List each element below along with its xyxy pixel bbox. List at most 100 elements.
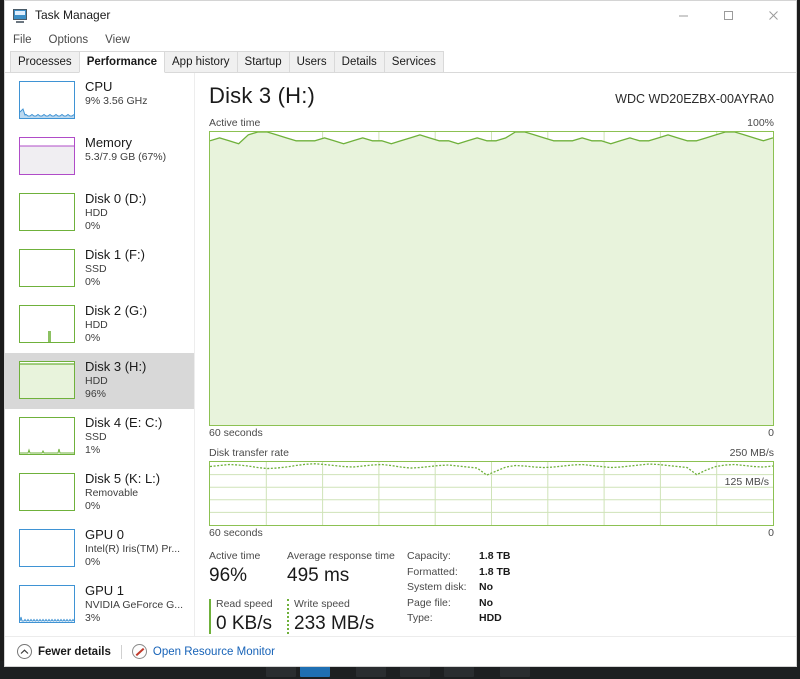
active-time-stat-value: 96% bbox=[209, 565, 248, 586]
device-list-item-disk-0-d[interactable]: Disk 0 (D:) HDD 0% bbox=[5, 185, 194, 241]
device-value: 0% bbox=[85, 500, 101, 512]
device-list-item-disk-1-f[interactable]: Disk 1 (F:) SSD 0% bbox=[5, 241, 194, 297]
device-subtitle: SSD bbox=[85, 431, 107, 443]
device-list-item-gpu-1[interactable]: GPU 1 NVIDIA GeForce G... 3% bbox=[5, 577, 194, 633]
chevron-up-icon[interactable] bbox=[17, 644, 32, 659]
device-list-item-disk-2-g[interactable]: Disk 2 (G:) HDD 0% bbox=[5, 297, 194, 353]
device-subtitle: HDD bbox=[85, 207, 108, 219]
device-list-item-disk-3-h[interactable]: Disk 3 (H:) HDD 96% bbox=[5, 353, 194, 409]
device-title: Memory bbox=[85, 135, 132, 150]
device-title: Disk 3 (H:) bbox=[85, 359, 147, 374]
close-button[interactable] bbox=[751, 1, 796, 29]
read-speed-label: Read speed bbox=[216, 598, 273, 610]
device-list-item-disk-5-k-l[interactable]: Disk 5 (K: L:) Removable 0% bbox=[5, 465, 194, 521]
device-title: Disk 4 (E: C:) bbox=[85, 415, 163, 430]
detail-key: Page file: bbox=[407, 596, 451, 609]
detail-row: Capacity: 1.8 TB bbox=[407, 549, 511, 565]
content-area: CPU 9% 3.56 GHz Memory 5.3/7.9 GB (67%) … bbox=[5, 73, 796, 636]
transfer-rate-x-left: 60 seconds bbox=[209, 527, 263, 539]
device-title: CPU bbox=[85, 79, 113, 94]
active-time-chart-max: 100% bbox=[747, 117, 774, 129]
maximize-button[interactable] bbox=[706, 1, 751, 29]
active-time-x-left: 60 seconds bbox=[209, 427, 263, 439]
transfer-rate-chart[interactable]: 125 MB/s bbox=[209, 461, 774, 526]
device-list-item-cpu[interactable]: CPU 9% 3.56 GHz bbox=[5, 73, 194, 129]
window-title: Task Manager bbox=[35, 8, 111, 22]
panel-header: Disk 3 (H:) WDC WD20EZBX-00AYRA0 bbox=[209, 83, 774, 109]
device-info: GPU 1 NVIDIA GeForce G... 3% bbox=[85, 583, 183, 625]
tab-app-history[interactable]: App history bbox=[164, 51, 238, 72]
window-controls bbox=[661, 1, 796, 29]
desktop: Task Manager File Options View Processes bbox=[0, 0, 800, 679]
device-info: Memory 5.3/7.9 GB (67%) bbox=[85, 135, 166, 164]
device-subtitle: NVIDIA GeForce G... bbox=[85, 599, 184, 611]
tab-processes[interactable]: Processes bbox=[10, 51, 80, 72]
device-list[interactable]: CPU 9% 3.56 GHz Memory 5.3/7.9 GB (67%) … bbox=[5, 73, 195, 636]
device-subtitle: HDD bbox=[85, 375, 108, 387]
resource-monitor-icon[interactable] bbox=[131, 644, 147, 659]
device-info: Disk 5 (K: L:) Removable 0% bbox=[85, 471, 160, 513]
write-speed-label: Write speed bbox=[294, 598, 350, 610]
device-value: 0% bbox=[85, 556, 101, 568]
device-list-item-gpu-0[interactable]: GPU 0 Intel(R) Iris(TM) Pr... 0% bbox=[5, 521, 194, 577]
active-time-chart-axis: 60 seconds 0 bbox=[209, 427, 774, 439]
transfer-rate-chart-labels: Disk transfer rate 250 MB/s bbox=[209, 447, 774, 459]
transfer-rate-x-right: 0 bbox=[768, 527, 774, 539]
device-title: Disk 5 (K: L:) bbox=[85, 471, 161, 486]
menu-item-view[interactable]: View bbox=[105, 32, 138, 48]
detail-key: Formatted: bbox=[407, 565, 458, 578]
tab-services[interactable]: Services bbox=[383, 51, 444, 72]
device-list-item-memory[interactable]: Memory 5.3/7.9 GB (67%) bbox=[5, 129, 194, 185]
device-thumbnail-chart bbox=[19, 361, 75, 399]
write-speed-indicator bbox=[287, 599, 289, 634]
title-bar[interactable]: Task Manager bbox=[5, 1, 796, 29]
device-title: Disk 1 (F:) bbox=[85, 247, 145, 262]
device-info: CPU 9% 3.56 GHz bbox=[85, 79, 147, 108]
device-info: Disk 1 (F:) SSD 0% bbox=[85, 247, 145, 289]
tab-users[interactable]: Users bbox=[288, 51, 335, 72]
menu-item-file[interactable]: File bbox=[13, 32, 40, 48]
minimize-button[interactable] bbox=[661, 1, 706, 29]
transfer-rate-chart-mid: 125 MB/s bbox=[724, 476, 769, 488]
tab-performance[interactable]: Performance bbox=[78, 51, 165, 73]
device-list-item-disk-4-e-c[interactable]: Disk 4 (E: C:) SSD 1% bbox=[5, 409, 194, 465]
detail-row: System disk: No bbox=[407, 580, 511, 596]
transfer-rate-chart-axis: 60 seconds 0 bbox=[209, 527, 774, 539]
fewer-details-button[interactable]: Fewer details bbox=[38, 646, 111, 658]
detail-value: No bbox=[479, 596, 493, 609]
disk-model: WDC WD20EZBX-00AYRA0 bbox=[615, 92, 774, 106]
write-speed-value: 233 MB/s bbox=[294, 613, 375, 634]
device-subtitle: HDD bbox=[85, 319, 108, 331]
detail-key: System disk: bbox=[407, 581, 467, 593]
statistics-section: Active time 96% Read speed 0 KB/s Averag… bbox=[209, 549, 774, 637]
device-value: 0% bbox=[85, 220, 101, 232]
read-speed-value: 0 KB/s bbox=[216, 613, 272, 634]
device-title: GPU 1 bbox=[85, 583, 125, 598]
transfer-rate-chart-max: 250 MB/s bbox=[729, 447, 774, 459]
device-info: Disk 0 (D:) HDD 0% bbox=[85, 191, 146, 233]
tab-details[interactable]: Details bbox=[333, 51, 385, 72]
detail-row: Formatted: 1.8 TB bbox=[407, 565, 511, 581]
device-thumbnail-chart bbox=[19, 305, 75, 343]
tab-startup[interactable]: Startup bbox=[236, 51, 290, 72]
menu-item-options[interactable]: Options bbox=[49, 32, 97, 48]
status-separator bbox=[120, 644, 122, 659]
device-thumbnail-chart bbox=[19, 137, 75, 175]
device-value: 9% 3.56 GHz bbox=[85, 95, 148, 107]
device-info: Disk 2 (G:) HDD 0% bbox=[85, 303, 147, 345]
device-thumbnail-chart bbox=[19, 193, 75, 231]
device-thumbnail-chart bbox=[19, 81, 75, 119]
device-subtitle: Removable bbox=[85, 487, 139, 499]
open-resource-monitor-link[interactable]: Open Resource Monitor bbox=[153, 646, 275, 658]
transfer-rate-chart-title: Disk transfer rate bbox=[209, 447, 289, 459]
detail-row: Type: HDD bbox=[407, 611, 511, 627]
page-title: Disk 3 (H:) bbox=[209, 83, 316, 108]
device-value: 1% bbox=[85, 444, 101, 456]
task-manager-window: Task Manager File Options View Processes bbox=[4, 0, 797, 667]
active-time-chart[interactable] bbox=[209, 131, 774, 426]
write-speed-stat: Write speed 233 MB/s bbox=[287, 597, 395, 637]
device-value: 0% bbox=[85, 276, 101, 288]
detail-key: Capacity: bbox=[407, 550, 451, 562]
device-thumbnail-chart bbox=[19, 585, 75, 623]
detail-value: 1.8 TB bbox=[479, 550, 511, 562]
